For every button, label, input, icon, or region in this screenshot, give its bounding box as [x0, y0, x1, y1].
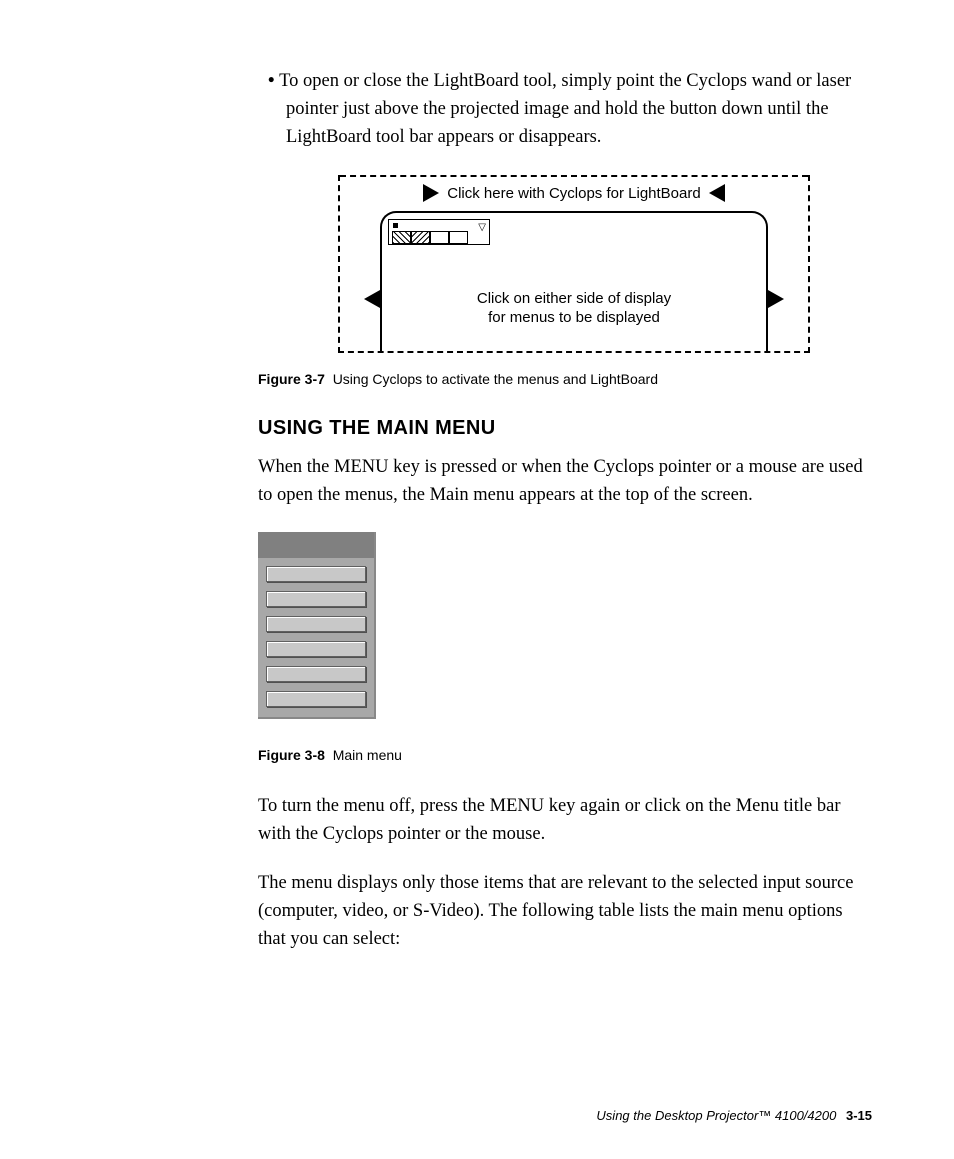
bullet-paragraph: To open or close the LightBoard tool, si…: [286, 68, 872, 151]
triangle-right-icon: [768, 290, 784, 308]
main-menu-item: [266, 666, 366, 682]
figure-3-8: [258, 532, 376, 719]
body-paragraph-3: The menu displays only those items that …: [258, 870, 872, 953]
main-menu-header: [258, 532, 374, 558]
section-heading: USING THE MAIN MENU: [258, 417, 872, 440]
main-menu-item: [266, 566, 366, 582]
page-footer: Using the Desktop Projector™ 4100/4200 3…: [596, 1108, 872, 1123]
main-menu-body: [258, 558, 374, 717]
body-paragraph-2: To turn the menu off, press the MENU key…: [258, 793, 872, 849]
main-menu-item: [266, 616, 366, 632]
figure-3-8-caption: Figure 3-8 Main menu: [258, 747, 872, 763]
figure-3-7: Click here with Cyclops for LightBoard ▽…: [338, 175, 810, 353]
fig37-bottom-label-2: for menus to be displayed: [380, 309, 768, 328]
body-paragraph-1: When the MENU key is pressed or when the…: [258, 454, 872, 510]
triangle-left-icon: [364, 290, 380, 308]
main-menu-item: [266, 641, 366, 657]
fig37-bottom-label-1: Click on either side of display: [380, 290, 768, 309]
lightboard-toolbar: ▽: [388, 219, 490, 245]
main-menu-item: [266, 591, 366, 607]
main-menu-item: [266, 691, 366, 707]
figure-3-7-caption: Figure 3-7 Using Cyclops to activate the…: [258, 371, 872, 387]
